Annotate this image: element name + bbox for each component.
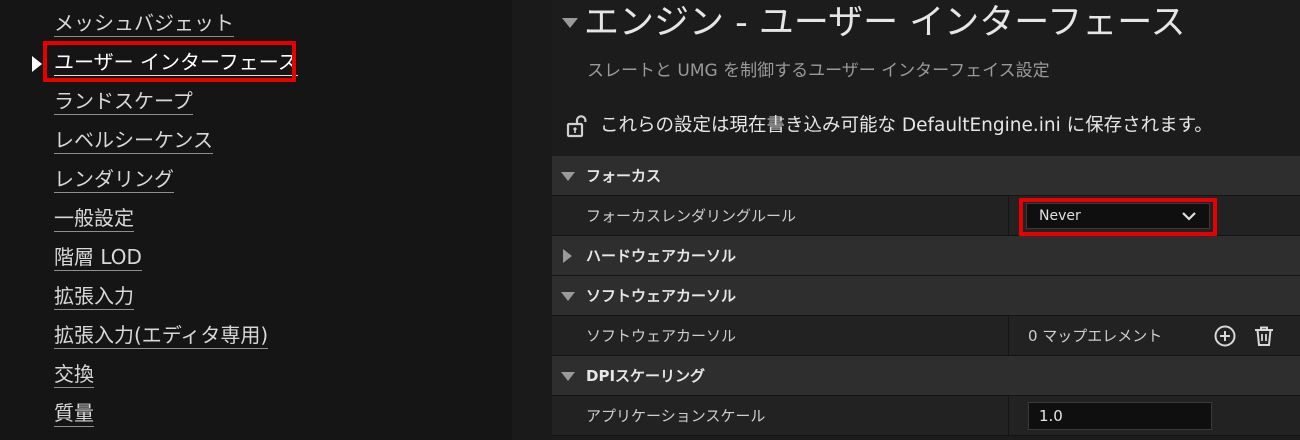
sidebar-item-label: メッシュバジェット xyxy=(54,11,234,37)
sidebar-item-user-interface[interactable]: ユーザー インターフェース xyxy=(54,47,298,81)
chevron-down-icon xyxy=(1182,212,1196,221)
sidebar-item-label: ランドスケープ xyxy=(54,89,193,115)
category-software-cursor[interactable]: ソフトウェアカーソル xyxy=(552,276,1300,316)
column-divider xyxy=(1008,396,1009,436)
sidebar-item-label: 拡張入力(エディタ専用) xyxy=(54,323,269,349)
sidebar-item-label: 交換 xyxy=(54,362,94,388)
expand-arrow-icon xyxy=(561,292,575,301)
application-scale-field[interactable] xyxy=(1028,402,1212,430)
category-label: ハードウェアカーソル xyxy=(586,247,737,265)
sidebar-item-label: 質量 xyxy=(54,401,94,427)
sidebar-item-mesh-budget[interactable]: メッシュバジェット xyxy=(54,8,234,42)
property-label: フォーカスレンダリングルール xyxy=(586,207,797,225)
expand-arrow-icon xyxy=(561,172,575,181)
application-scale-input[interactable] xyxy=(1029,403,1211,429)
category-focus[interactable]: フォーカス xyxy=(552,156,1300,196)
sidebar-item-enhanced-input-editor[interactable]: 拡張入力(エディタ専用) xyxy=(54,320,269,354)
expand-arrow-icon xyxy=(561,372,575,381)
save-location-note: これらの設定は現在書き込み可能な DefaultEngine.ini に保存され… xyxy=(600,115,1213,136)
unlocked-lock-icon xyxy=(566,115,587,138)
category-dpi-scaling[interactable]: DPIスケーリング xyxy=(552,356,1300,396)
sidebar-item-label: レンダリング xyxy=(54,167,174,193)
property-software-cursors: ソフトウェアカーソル 0 マップエレメント xyxy=(552,316,1300,356)
property-grid: フォーカス フォーカスレンダリングルール Never ハードウェアカーソル ソフ… xyxy=(552,156,1300,436)
map-element-count: 0 マップエレメント xyxy=(1028,327,1163,345)
property-label: アプリケーションスケール xyxy=(586,407,766,425)
sidebar-item-hierarchical-lod[interactable]: 階層 LOD xyxy=(54,242,142,276)
sidebar-item-label: ユーザー インターフェース xyxy=(54,50,298,76)
sidebar-item-general-settings[interactable]: 一般設定 xyxy=(54,203,134,237)
page-title: エンジン - ユーザー インターフェース xyxy=(584,3,1186,43)
dropdown-value: Never xyxy=(1039,208,1081,224)
column-divider xyxy=(1008,316,1009,356)
category-hardware-cursor[interactable]: ハードウェアカーソル xyxy=(552,236,1300,276)
selected-item-arrow-icon xyxy=(32,56,42,72)
sidebar-item-enhanced-input[interactable]: 拡張入力 xyxy=(54,281,134,315)
sidebar-item-interchange[interactable]: 交換 xyxy=(54,359,94,393)
property-focus-render-rule: フォーカスレンダリングルール Never xyxy=(552,196,1300,236)
sidebar-item-label: レベルシーケンス xyxy=(54,128,213,154)
settings-window: メッシュバジェット ユーザー インターフェース ランドスケープ レベルシーケンス… xyxy=(0,0,1300,440)
category-label: DPIスケーリング xyxy=(586,367,706,385)
settings-details-panel: エンジン - ユーザー インターフェース スレートと UMG を制御するユーザー… xyxy=(552,0,1300,440)
sidebar-divider xyxy=(512,0,552,440)
focus-render-rule-dropdown[interactable]: Never xyxy=(1026,203,1210,229)
add-element-button[interactable] xyxy=(1213,324,1237,348)
property-label: ソフトウェアカーソル xyxy=(586,327,737,345)
column-divider xyxy=(1008,196,1009,236)
sidebar-item-landscape[interactable]: ランドスケープ xyxy=(54,86,193,120)
sidebar-item-mass[interactable]: 質量 xyxy=(54,398,94,432)
sidebar-item-label: 拡張入力 xyxy=(54,284,134,310)
sidebar-item-label: 一般設定 xyxy=(54,206,134,232)
category-label: ソフトウェアカーソル xyxy=(586,287,737,305)
sidebar-item-label: 階層 LOD xyxy=(54,245,142,271)
page-subtitle: スレートと UMG を制御するユーザー インターフェイス設定 xyxy=(587,61,1050,81)
collapse-arrow-icon[interactable] xyxy=(562,18,578,28)
delete-all-button[interactable] xyxy=(1252,324,1276,348)
expand-arrow-icon xyxy=(563,249,572,263)
property-application-scale: アプリケーションスケール xyxy=(552,396,1300,436)
category-label: フォーカス xyxy=(586,167,662,185)
sidebar-item-rendering[interactable]: レンダリング xyxy=(54,164,174,198)
settings-sidebar: メッシュバジェット ユーザー インターフェース ランドスケープ レベルシーケンス… xyxy=(0,0,512,440)
sidebar-item-level-sequence[interactable]: レベルシーケンス xyxy=(54,125,213,159)
